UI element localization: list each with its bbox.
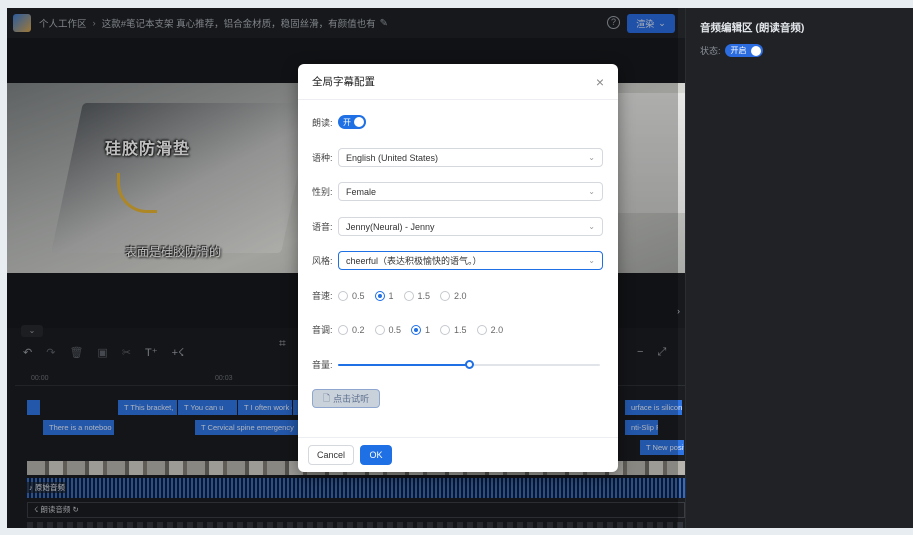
pitch-option-label: 1.5 <box>454 324 467 335</box>
speed-row: 音速: 0.5 1 1.5 2.0 <box>312 289 467 302</box>
gender-value: Female <box>346 186 377 197</box>
pitch-option[interactable]: 0.2 <box>338 324 365 335</box>
pitch-option-label: 1 <box>425 324 431 335</box>
language-label: 语种: <box>312 153 333 163</box>
slider-fill <box>338 363 469 366</box>
pitch-radio-group: 0.2 0.5 1 1.5 2.0 <box>338 324 504 335</box>
speed-option[interactable]: 2.0 <box>440 290 467 301</box>
panel-title: 音频编辑区 (朗读音频) <box>700 22 805 34</box>
language-row: 语种: English (United States) ⌄ <box>312 148 603 167</box>
status-toggle-label: 开启 <box>730 46 747 55</box>
radio-circle[interactable] <box>411 324 422 335</box>
radio-circle[interactable] <box>374 290 385 301</box>
pitch-option[interactable]: 1.5 <box>440 324 467 335</box>
gender-row: 性别: Female ⌄ <box>312 182 603 201</box>
speed-option-label: 2.0 <box>454 290 467 301</box>
pitch-label: 音调: <box>312 325 333 335</box>
gender-select[interactable]: Female ⌄ <box>338 182 603 201</box>
speed-option[interactable]: 0.5 <box>338 290 365 301</box>
speed-option-label: 1 <box>388 290 394 301</box>
radio-circle[interactable] <box>338 290 348 301</box>
chevron-down-icon: ⌄ <box>588 187 595 196</box>
speed-option[interactable]: 1 <box>374 290 394 301</box>
speed-label: 音速: <box>312 291 333 301</box>
radio-circle[interactable] <box>403 290 414 301</box>
chevron-down-icon: ⌄ <box>588 222 595 231</box>
ok-button[interactable]: OK <box>360 445 392 465</box>
dialog-footer: Cancel OK <box>298 437 618 472</box>
listen-button[interactable]: 🗋 点击试听 <box>312 389 380 408</box>
dialog-header: 全局字幕配置 <box>298 64 618 100</box>
style-label: 风格: <box>312 256 333 266</box>
volume-label: 音量: <box>312 360 333 370</box>
pitch-option-label: 0.5 <box>388 324 402 335</box>
voice-select[interactable]: Jenny(Neural) - Jenny ⌄ <box>338 217 603 236</box>
language-value: English (United States) <box>346 152 439 163</box>
style-select[interactable]: cheerful（表达积极愉快的语气。） ⌄ <box>338 251 603 270</box>
read-label: 朗读: <box>312 117 333 128</box>
read-switch[interactable]: 开 <box>338 115 366 129</box>
subtitle-config-dialog: 全局字幕配置 × 朗读: 开 语种: English (United State… <box>298 64 618 472</box>
pitch-option[interactable]: 2.0 <box>476 324 504 335</box>
speed-option-label: 0.5 <box>352 290 365 301</box>
speed-option[interactable]: 1.5 <box>403 290 431 301</box>
pitch-option[interactable]: 1 <box>411 324 431 335</box>
listen-label: 点击试听 <box>333 394 370 404</box>
voice-label: 语音: <box>312 222 333 232</box>
speed-option-label: 1.5 <box>417 290 431 301</box>
speed-radio-group: 0.5 1 1.5 2.0 <box>338 290 467 301</box>
radio-circle[interactable] <box>440 290 451 301</box>
gender-label: 性别: <box>312 187 333 197</box>
voice-value: Jenny(Neural) - Jenny <box>346 221 435 232</box>
status-label: 状态: <box>700 46 721 56</box>
status-toggle[interactable]: 开启 <box>724 44 763 57</box>
language-select[interactable]: English (United States) ⌄ <box>338 148 603 167</box>
volume-slider[interactable] <box>338 359 600 370</box>
pitch-option-label: 0.2 <box>352 324 365 335</box>
chevron-down-icon: ⌄ <box>588 256 595 265</box>
toggle-knob <box>750 45 761 56</box>
cancel-button[interactable]: Cancel <box>308 445 354 465</box>
style-row: 风格: cheerful（表达积极愉快的语气。） ⌄ <box>312 251 603 270</box>
slider-thumb[interactable] <box>465 359 474 369</box>
switch-knob <box>354 117 364 127</box>
pitch-row: 音调: 0.2 0.5 1 1.5 2.0 <box>312 323 503 336</box>
voice-row: 语音: Jenny(Neural) - Jenny ⌄ <box>312 217 603 236</box>
pitch-option[interactable]: 0.5 <box>374 324 402 335</box>
chevron-down-icon: ⌄ <box>588 153 595 162</box>
document-icon: 🗋 <box>322 392 331 403</box>
panel-status: 状态: 开启 <box>700 44 899 57</box>
radio-circle[interactable] <box>338 324 348 335</box>
read-switch-label: 开 <box>343 117 351 127</box>
close-icon[interactable]: × <box>594 75 606 89</box>
pitch-option-label: 2.0 <box>490 324 504 335</box>
radio-circle[interactable] <box>440 324 451 335</box>
style-value: cheerful（表达积极愉快的语气。） <box>346 256 482 266</box>
radio-circle[interactable] <box>476 324 487 335</box>
audio-edit-panel: 音频编辑区 (朗读音频) 状态: 开启 <box>685 8 913 528</box>
dialog-title: 全局字幕配置 <box>312 76 375 88</box>
volume-row: 音量: <box>312 358 600 371</box>
read-row: 朗读: 开 <box>312 115 366 129</box>
radio-circle[interactable] <box>374 324 385 335</box>
